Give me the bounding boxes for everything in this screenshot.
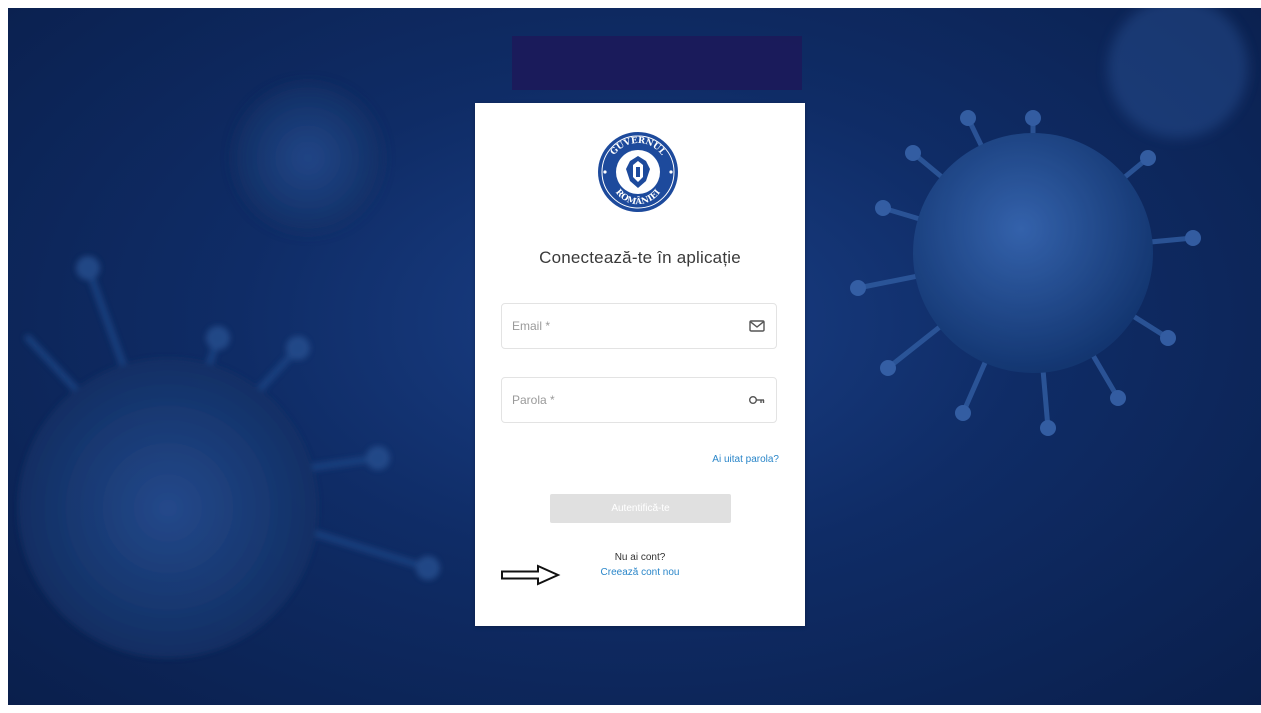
password-input[interactable] bbox=[502, 378, 742, 422]
email-input[interactable] bbox=[502, 304, 742, 348]
forgot-password-link[interactable]: Ai uitat parola? bbox=[712, 454, 779, 465]
create-account-link[interactable]: Creează cont nou bbox=[601, 567, 680, 578]
header-banner bbox=[512, 36, 802, 90]
arrow-right-icon bbox=[501, 564, 561, 586]
no-account-text: Nu ai cont? bbox=[614, 552, 666, 563]
envelope-icon bbox=[749, 320, 765, 332]
email-field-wrapper bbox=[501, 303, 777, 349]
login-card: GUVERNUL ROMÂNIEI Conectează-te în aplic… bbox=[475, 103, 805, 626]
page-title: Conectează-te în aplicație bbox=[539, 248, 741, 267]
key-icon bbox=[749, 395, 765, 404]
government-seal-icon: GUVERNUL ROMÂNIEI bbox=[598, 132, 678, 212]
login-button[interactable]: Autentifică-te bbox=[550, 494, 731, 523]
password-field-wrapper bbox=[501, 377, 777, 423]
